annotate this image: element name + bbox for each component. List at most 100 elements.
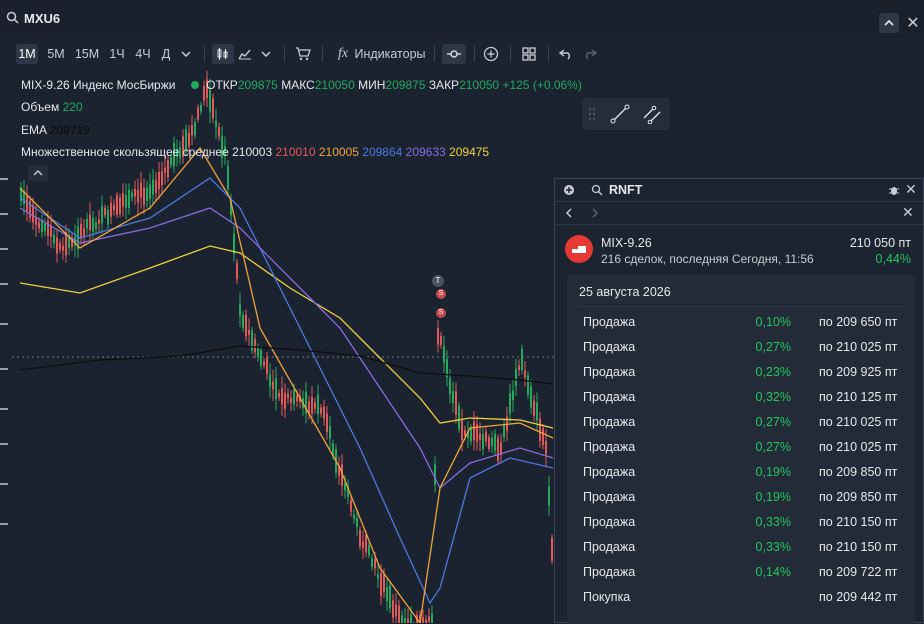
timeframe-5m[interactable]: 5М — [44, 44, 68, 64]
divider — [204, 46, 205, 62]
panel-search-input[interactable]: RNFT — [609, 183, 642, 197]
trade-percent: 0,19% — [755, 465, 791, 479]
symbol-search-input[interactable]: MXU6 — [24, 11, 60, 26]
trade-percent: 0,19% — [755, 490, 791, 504]
volume-label: Объем — [21, 100, 60, 114]
search-icon[interactable] — [6, 11, 20, 30]
candle-body — [239, 304, 241, 316]
candle-body — [545, 440, 547, 455]
parallel-channel-icon[interactable] — [642, 104, 662, 124]
candle-body — [410, 614, 412, 623]
timeframe-1h[interactable]: 1Ч — [106, 44, 128, 64]
chart-type-dropdown[interactable] — [258, 44, 274, 64]
candle-body — [383, 574, 385, 593]
candle-body — [533, 400, 535, 416]
candle-body — [122, 193, 124, 207]
collapse-legend-button[interactable] — [28, 165, 48, 181]
trade-row[interactable]: Продажа 0,19% по 209 850 пт — [583, 490, 903, 508]
candle-body — [146, 187, 148, 201]
candle-body — [380, 572, 382, 596]
bug-icon[interactable] — [888, 184, 900, 196]
tool-icon[interactable] — [0, 368, 8, 370]
candle-body — [512, 390, 514, 401]
tool-icon[interactable] — [0, 408, 8, 410]
redo-button[interactable] — [580, 44, 600, 64]
undo-button[interactable] — [556, 44, 576, 64]
candle-body — [368, 545, 370, 556]
trade-row[interactable]: Продажа 0,27% по 210 025 пт — [583, 415, 903, 433]
candle-body — [431, 613, 433, 623]
candle-body — [167, 159, 169, 178]
trade-row[interactable]: Продажа 0,10% по 209 650 пт — [583, 315, 903, 333]
trade-row[interactable]: Продажа 0,14% по 209 722 пт — [583, 565, 903, 583]
chevron-left-icon[interactable] — [565, 208, 573, 218]
trade-marker-s[interactable]: S — [436, 289, 446, 299]
timeframe-4h[interactable]: 4Ч — [132, 44, 154, 64]
candle-body — [449, 378, 451, 394]
trade-row[interactable]: Продажа 0,27% по 210 025 пт — [583, 340, 903, 358]
timeframe-1m[interactable]: 1М — [16, 44, 38, 64]
search-icon[interactable] — [591, 184, 603, 196]
undo-icon — [559, 49, 570, 60]
plus-circle-icon[interactable] — [563, 184, 575, 196]
indicators-button[interactable]: Индикаторы — [354, 44, 426, 64]
area-chart-button[interactable] — [236, 44, 254, 64]
timeframe-dropdown[interactable] — [178, 44, 194, 64]
drag-handle-icon[interactable] — [588, 107, 596, 121]
tool-icon[interactable] — [0, 248, 8, 250]
tool-icon[interactable] — [0, 483, 8, 485]
legend-title: MIX-9.26 Индекс МосБиржи — [21, 78, 176, 92]
cart-button[interactable] — [292, 44, 314, 64]
crosshair-button[interactable] — [442, 44, 466, 64]
candle-body — [113, 204, 115, 211]
tool-icon[interactable] — [0, 283, 8, 285]
candles-type-button[interactable] — [212, 44, 234, 64]
ma-value: 210010 — [275, 145, 316, 159]
trade-marker-t[interactable]: T — [432, 275, 444, 287]
close-icon[interactable]: ✕ — [904, 13, 922, 33]
trades-panel: RNFT ✕ ✕ MIX-9.26 216 сделок, последняя … — [554, 178, 924, 624]
divider — [322, 46, 323, 62]
timeframe-15m[interactable]: 15М — [73, 44, 101, 64]
trade-marker-s[interactable]: S — [436, 308, 446, 318]
legend-title-row: MIX-9.26 Индекс МосБиржи ОТКР209875 МАКС… — [21, 78, 582, 92]
ema-value: 209719 — [49, 123, 90, 137]
candle-body — [494, 433, 496, 451]
drawing-tools-panel — [582, 98, 670, 130]
chevron-up-icon — [884, 19, 894, 26]
add-button[interactable] — [481, 44, 501, 64]
divider — [510, 46, 511, 62]
instrument-price: 210 050 пт — [849, 236, 911, 250]
candle-body — [164, 167, 166, 173]
tool-icon[interactable] — [0, 323, 8, 325]
legend-ema-row: EMA 209719 — [21, 123, 90, 137]
tool-icon[interactable] — [0, 523, 8, 525]
close-icon[interactable]: ✕ — [905, 181, 917, 198]
chevron-right-icon[interactable] — [591, 208, 599, 218]
trade-row[interactable]: Продажа 0,33% по 210 150 пт — [583, 515, 903, 533]
trade-row[interactable]: Продажа 0,32% по 210 125 пт — [583, 390, 903, 408]
indicators-icon[interactable]: fx — [334, 44, 352, 64]
collapse-button[interactable] — [879, 13, 899, 33]
trade-row[interactable]: Продажа 0,23% по 209 925 пт — [583, 365, 903, 383]
candle-body — [161, 171, 163, 186]
tool-icon[interactable] — [0, 178, 8, 180]
timeframe-d[interactable]: Д — [158, 44, 174, 64]
trend-line-icon[interactable] — [610, 104, 630, 124]
layout-button[interactable] — [519, 44, 539, 64]
candle-body — [59, 242, 61, 250]
tool-icon[interactable] — [0, 443, 8, 445]
trade-row[interactable]: Продажа 0,27% по 210 025 пт — [583, 440, 903, 458]
open-value: 209875 — [237, 78, 278, 92]
candle-body — [209, 89, 211, 112]
trade-row[interactable]: Покупка по 209 442 пт — [583, 590, 903, 608]
trade-row[interactable]: Продажа 0,19% по 209 850 пт — [583, 465, 903, 483]
candle-body — [374, 559, 376, 569]
low-label: МИН — [358, 78, 386, 92]
trade-row[interactable]: Продажа 0,33% по 210 150 пт — [583, 540, 903, 558]
close-icon[interactable]: ✕ — [902, 204, 914, 221]
instrument-header[interactable]: MIX-9.26 216 сделок, последняя Сегодня, … — [555, 225, 923, 269]
tool-icon[interactable] — [0, 213, 8, 215]
candle-body — [314, 402, 316, 409]
moving-averages — [19, 146, 554, 623]
